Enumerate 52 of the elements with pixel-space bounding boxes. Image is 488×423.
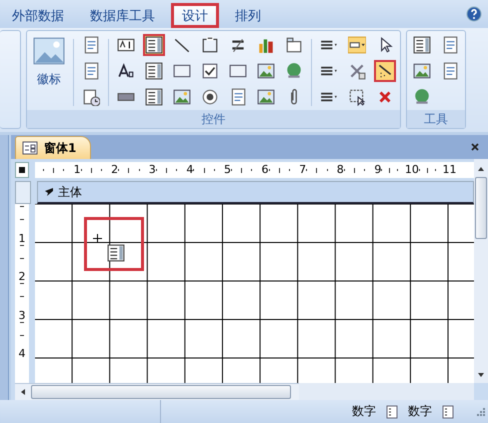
document-tab-title: 窗体1 bbox=[44, 140, 76, 156]
ruler-number: 2 bbox=[111, 164, 118, 176]
section-title: 主体 bbox=[58, 184, 82, 200]
ruler-number: 9 bbox=[374, 164, 382, 176]
ruler-number: 4 bbox=[18, 348, 26, 360]
ribbon-tab[interactable]: 排列 bbox=[225, 3, 271, 28]
close-icon[interactable] bbox=[470, 142, 480, 152]
scroll-left-icon[interactable] bbox=[19, 388, 27, 396]
placed-control[interactable] bbox=[84, 217, 144, 271]
ruler-number: 11 bbox=[442, 164, 457, 176]
vertical-scrollbar[interactable] bbox=[474, 159, 488, 383]
ruler-number: 1 bbox=[18, 232, 26, 244]
ruler-number: 5 bbox=[224, 164, 231, 176]
ruler-number: 1 bbox=[74, 164, 81, 176]
form-icon bbox=[22, 141, 38, 155]
scroll-up-icon[interactable] bbox=[477, 165, 485, 173]
help-icon[interactable] bbox=[466, 6, 482, 22]
scroll-thumb[interactable] bbox=[31, 385, 291, 399]
ruler-number: 3 bbox=[148, 164, 156, 176]
ruler-corner[interactable] bbox=[15, 162, 29, 178]
group-label: 控件 bbox=[27, 110, 400, 128]
ruler-number: 4 bbox=[186, 164, 194, 176]
list-box-icon[interactable] bbox=[143, 34, 165, 56]
group-label: 工具 bbox=[407, 110, 465, 128]
ruler-number: 2 bbox=[18, 271, 26, 283]
list-box-icon[interactable] bbox=[411, 34, 433, 56]
resize-grip-icon[interactable] bbox=[476, 406, 486, 416]
horizontal-scrollbar[interactable] bbox=[15, 383, 299, 400]
scroll-down-icon[interactable] bbox=[477, 371, 485, 379]
section-marker-icon bbox=[44, 187, 54, 197]
list-box-icon[interactable] bbox=[107, 244, 125, 262]
section-header[interactable]: 主体 bbox=[37, 181, 474, 204]
wand-icon[interactable] bbox=[374, 60, 396, 82]
document-tab[interactable]: 窗体1 bbox=[15, 136, 92, 159]
ribbon-tab[interactable]: 数据库工具 bbox=[80, 3, 165, 28]
crosshair-icon bbox=[93, 234, 102, 243]
view-button-icon[interactable] bbox=[442, 404, 454, 418]
ribbon-tab[interactable]: 设计 bbox=[171, 3, 219, 28]
ruler-number: 7 bbox=[299, 164, 306, 176]
ribbon-tab[interactable]: 外部数据 bbox=[2, 3, 74, 28]
ruler-number: 10 bbox=[404, 164, 419, 176]
scroll-thumb[interactable] bbox=[475, 177, 487, 239]
ruler-number: 6 bbox=[262, 164, 269, 176]
ruler-number: 8 bbox=[336, 164, 344, 176]
status-text: 数字 bbox=[408, 403, 432, 420]
ruler-number: 3 bbox=[18, 310, 26, 322]
list-box-icon[interactable] bbox=[143, 60, 165, 82]
status-text: 数字 bbox=[352, 403, 376, 420]
list-box-icon[interactable] bbox=[143, 86, 165, 108]
logo-button[interactable]: 徽标 bbox=[31, 35, 67, 90]
border-dropdown-icon[interactable] bbox=[346, 34, 368, 56]
view-button-icon[interactable] bbox=[386, 404, 398, 418]
